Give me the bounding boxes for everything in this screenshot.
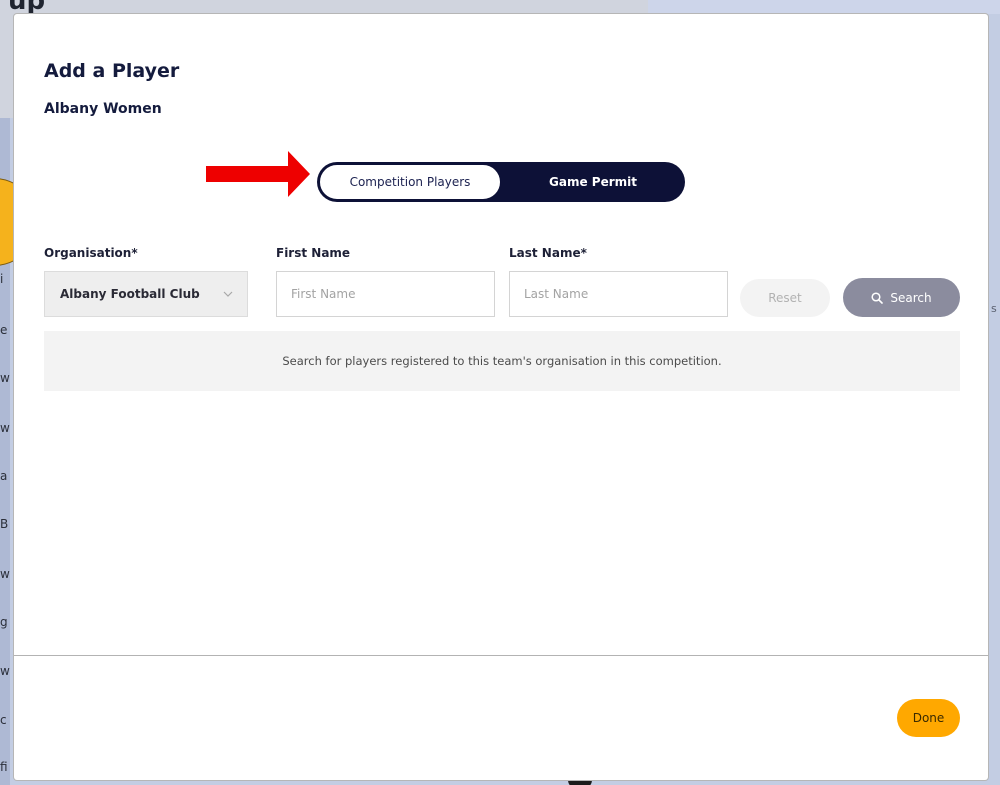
done-button[interactable]: Done (897, 699, 960, 737)
background-text: i (0, 272, 4, 286)
red-arrow-icon (206, 151, 310, 197)
background-text: w (0, 567, 10, 581)
add-player-modal: Add a Player Albany Women Competition Pl… (14, 14, 988, 780)
background-text: w (0, 664, 10, 678)
tab-competition-players[interactable]: Competition Players (319, 164, 501, 200)
search-icon (871, 291, 884, 304)
background-text: c (0, 713, 7, 727)
team-name: Albany Women (44, 101, 162, 117)
search-info-panel: Search for players registered to this te… (44, 331, 960, 391)
background-text: s (991, 302, 997, 315)
first-name-input[interactable] (276, 271, 495, 317)
organisation-select[interactable]: Albany Football Club (44, 271, 248, 317)
search-button[interactable]: Search (843, 278, 960, 317)
reset-button[interactable]: Reset (740, 279, 830, 317)
search-info-text: Search for players registered to this te… (282, 354, 722, 368)
organisation-label: Organisation* (44, 246, 138, 260)
footer-divider (14, 655, 988, 656)
background-text: a (0, 469, 8, 483)
search-button-label: Search (890, 290, 932, 305)
chevron-down-icon (223, 291, 233, 297)
organisation-select-value: Albany Football Club (60, 287, 200, 301)
first-name-label: First Name (276, 246, 351, 260)
background-text: B (0, 517, 9, 531)
background-text: g (0, 615, 8, 629)
last-name-label: Last Name* (509, 246, 587, 260)
background-text: fi (0, 760, 8, 774)
player-type-toggle: Competition Players Game Permit (317, 162, 685, 202)
background-text: e (0, 323, 8, 337)
background-top-right (648, 0, 1000, 14)
last-name-input[interactable] (509, 271, 728, 317)
background-text: w (0, 421, 10, 435)
background-text: w (0, 371, 10, 385)
modal-title: Add a Player (44, 60, 180, 82)
tab-game-permit[interactable]: Game Permit (501, 162, 685, 202)
